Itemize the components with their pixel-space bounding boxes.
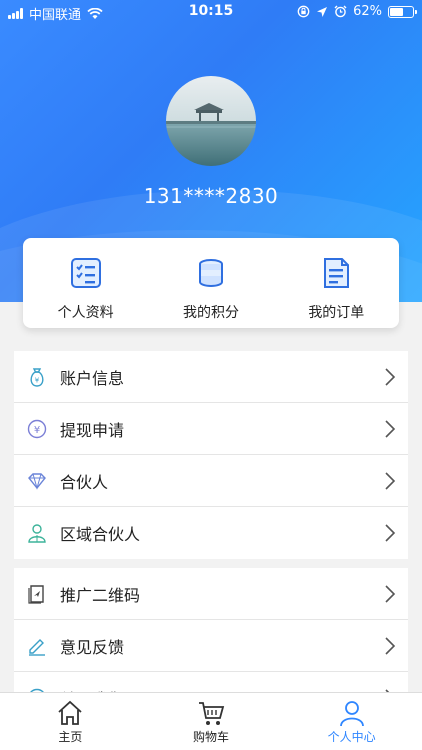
cart-icon (199, 702, 225, 725)
chevron-right-icon (385, 637, 396, 655)
svg-text:¥: ¥ (35, 376, 40, 384)
tab-label: 主页 (58, 730, 83, 744)
battery-icon (388, 5, 417, 18)
menu-item-account-info[interactable]: ¥ 账户信息 (14, 351, 408, 403)
menu-item-label: 合伙人 (60, 472, 109, 492)
menu-item-partner[interactable]: 合伙人 (14, 455, 408, 507)
tab-cart[interactable]: 购物车 (141, 693, 282, 750)
menu-item-label: 推广二维码 (60, 585, 141, 605)
menu-item-regional-partner[interactable]: 区域合伙人 (14, 507, 408, 559)
battery-percent: 62% (353, 4, 382, 19)
menu-group-account: ¥ 账户信息 ¥ 提现申请 合伙人 区域合伙人 (14, 351, 408, 559)
menu-item-feedback[interactable]: 意见反馈 (14, 620, 408, 672)
tab-home[interactable]: 主页 (0, 693, 141, 750)
chevron-right-icon (385, 368, 396, 386)
menu-item-label: 提现申请 (60, 420, 125, 440)
diamond-icon (28, 472, 46, 490)
location-icon (317, 6, 328, 17)
chevron-right-icon (385, 420, 396, 438)
money-bag-icon: ¥ (30, 367, 44, 387)
menu-item-label: 意见反馈 (60, 637, 125, 657)
yuan-coin-icon: ¥ (27, 419, 47, 438)
quick-action-label: 我的订单 (308, 305, 365, 321)
avatar[interactable] (166, 76, 256, 166)
quick-actions-card: 个人资料 我的积分 我的订单 (23, 238, 399, 328)
chevron-right-icon (385, 585, 396, 603)
home-icon (58, 700, 82, 725)
quick-action-label: 个人资料 (57, 305, 114, 321)
status-bar: 中国联通 10:15 62% (0, 0, 422, 24)
menu-item-withdraw[interactable]: ¥ 提现申请 (14, 403, 408, 455)
person-icon (28, 524, 46, 543)
quick-action-points[interactable]: 我的积分 (148, 238, 273, 328)
pencil-icon (29, 638, 45, 656)
rotation-lock-icon (297, 5, 310, 18)
menu-item-promo-qrcode[interactable]: 推广二维码 (14, 568, 408, 620)
quick-action-orders[interactable]: 我的订单 (274, 238, 399, 328)
coins-icon (198, 259, 223, 287)
tab-label: 个人中心 (327, 730, 376, 744)
quick-action-profile[interactable]: 个人资料 (23, 238, 148, 328)
quick-action-label: 我的积分 (182, 305, 239, 321)
user-icon (339, 701, 364, 727)
bottom-tab-bar: 主页 购物车 个人中心 (0, 692, 422, 750)
alarm-icon (334, 5, 347, 18)
chevron-right-icon (385, 524, 396, 542)
svg-text:¥: ¥ (34, 425, 40, 436)
profile-list-icon (70, 258, 101, 288)
chevron-right-icon (385, 472, 396, 490)
user-phone-number: 131****2830 (143, 184, 279, 208)
share-book-icon (28, 584, 44, 604)
avatar-image (166, 76, 256, 166)
tab-profile[interactable]: 个人中心 (281, 693, 422, 750)
menu-item-label: 账户信息 (60, 368, 125, 388)
tab-label: 购物车 (193, 730, 230, 744)
order-document-icon (324, 258, 350, 288)
menu-item-label: 区域合伙人 (60, 525, 141, 544)
